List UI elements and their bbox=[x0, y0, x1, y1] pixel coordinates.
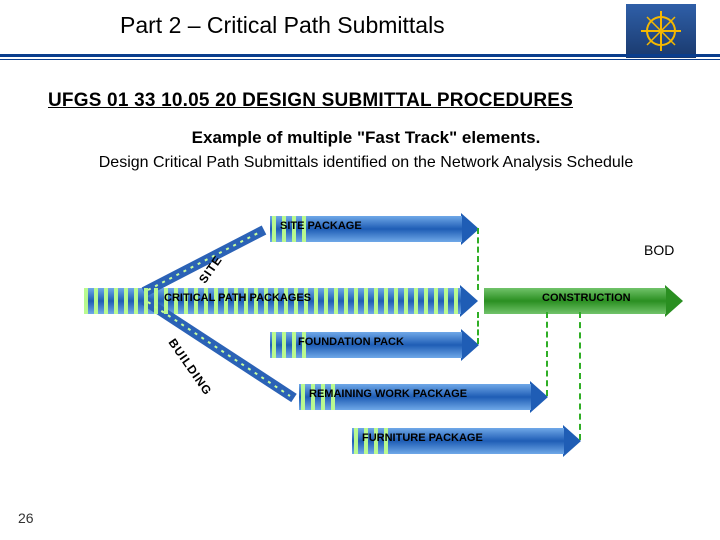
connector-site-to-construction bbox=[477, 228, 479, 290]
connector-furniture-to-construction bbox=[579, 312, 581, 440]
critical-path-diagram: CRITICAL PATH PACKAGES SITE SITE PACKAGE… bbox=[84, 180, 704, 470]
connector-remaining-to-construction bbox=[546, 312, 548, 396]
example-heading: Example of multiple "Fast Track" element… bbox=[48, 128, 684, 148]
bod-label: BOD bbox=[644, 242, 674, 258]
slide-number: 26 bbox=[18, 510, 34, 526]
remaining-work-package-arrow: REMAINING WORK PACKAGE bbox=[299, 384, 549, 410]
header-rule bbox=[0, 54, 720, 62]
remaining-work-package-label: REMAINING WORK PACKAGE bbox=[309, 388, 467, 400]
site-package-arrow: SITE PACKAGE bbox=[270, 216, 480, 242]
navfac-logo bbox=[626, 4, 696, 58]
furniture-package-arrow: FURNITURE PACKAGE bbox=[352, 428, 582, 454]
connector-foundation-to-construction bbox=[477, 312, 479, 344]
critical-path-packages-label: CRITICAL PATH PACKAGES bbox=[164, 292, 311, 304]
construction-arrow: CONSTRUCTION bbox=[484, 288, 684, 314]
furniture-package-label: FURNITURE PACKAGE bbox=[362, 432, 483, 444]
section-title: UFGS 01 33 10.05 20 DESIGN SUBMITTAL PRO… bbox=[48, 90, 684, 112]
construction-label: CONSTRUCTION bbox=[542, 292, 631, 304]
foundation-pack-label: FOUNDATION PACK bbox=[298, 336, 404, 348]
subline-text: Design Critical Path Submittals identifi… bbox=[48, 154, 684, 172]
site-package-label: SITE PACKAGE bbox=[280, 220, 362, 232]
